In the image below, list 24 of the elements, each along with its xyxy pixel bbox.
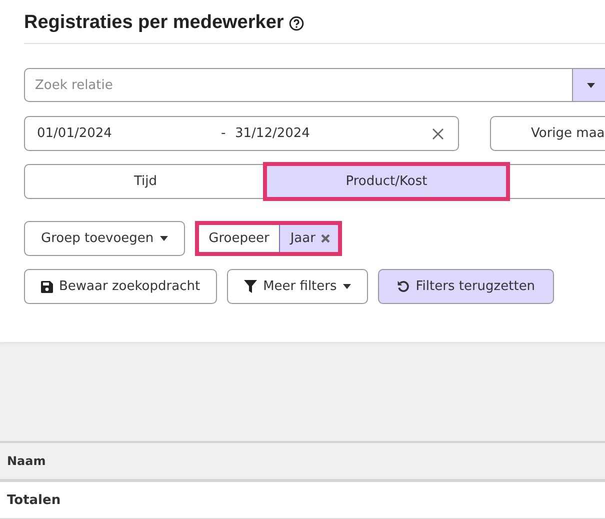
date-range-field[interactable]: 01/01/2024 - 31/12/2024 [24,116,459,151]
reset-button[interactable]: Filters terugzetten [378,269,554,304]
clear-button[interactable] [432,128,444,140]
search-field[interactable]: Zoek relatie [24,68,572,102]
table-cell: Totalen [0,480,605,518]
page-title: Registraties per medewerker [24,12,284,34]
filter-button[interactable]: Meer filters [227,269,368,304]
save-button[interactable]: Bewaar zoekopdracht [24,269,218,304]
tab[interactable]: Product/Kost [266,165,507,198]
caret-icon [587,82,595,88]
column-header: Naam [0,442,605,480]
filter-icon [244,280,258,293]
start-date: 01/01/2024 [37,126,113,141]
undo-icon [396,280,410,293]
caret-icon [160,236,168,241]
add-group-button[interactable]: Groep toevoegen [24,221,185,256]
remove-icon [321,234,330,243]
end-date: 31/12/2024 [235,126,311,141]
preset-button[interactable]: Vorige maa [490,116,605,151]
date-separator: - [221,126,227,141]
help-icon[interactable] [288,16,304,30]
caret-icon [342,284,351,289]
close-icon [432,128,444,140]
group-chip[interactable]: Jaar [279,225,338,252]
